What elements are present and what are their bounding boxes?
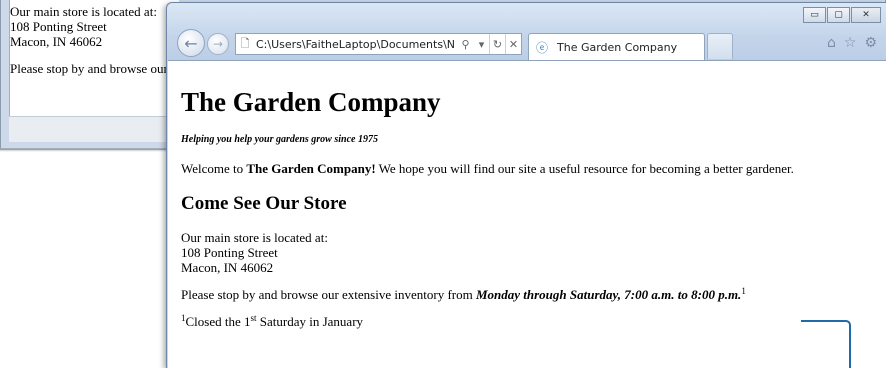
browser-toolbar: ⌂ ☆ ⚙ [827,35,877,51]
back-button[interactable]: ← [177,29,205,57]
maximize-button[interactable]: ▢ [827,7,850,23]
back-arrow-icon: ← [184,33,198,53]
tab-the-garden-company[interactable]: ⓔ The Garden Company [528,33,705,60]
minimize-button[interactable]: ▭ [803,7,826,23]
bg-visit-line: Please stop by and browse our extensive … [10,61,179,76]
background-window-content: Our main store is located at: 108 Pontin… [9,0,179,116]
callout-line [801,320,851,368]
address-line-3: Macon, IN 46062 [181,260,274,275]
welcome-paragraph: Welcome to The Garden Company! We hope y… [181,161,886,176]
ie-icon: ⓔ [535,40,548,55]
welcome-suffix: We hope you will find our site a useful … [375,161,794,176]
store-hours: Monday through Saturday, 7:00 a.m. to 8:… [475,287,742,302]
home-icon[interactable]: ⌂ [827,35,836,51]
page-content: The Garden Company Helping you help your… [168,60,886,368]
new-tab-button[interactable] [707,33,733,59]
footnote-reference: 1 [741,286,746,296]
close-button[interactable]: ✕ [851,7,881,23]
bg-address-line-2: 108 Ponting Street [10,19,107,34]
page-title: The Garden Company [181,87,441,117]
store-heading: Come See Our Store [181,193,347,214]
stop-icon[interactable]: ✕ [505,34,521,54]
background-window-statusbar [9,116,179,142]
bg-address-line-3: Macon, IN 46062 [10,34,103,49]
address-url[interactable]: C:\Users\FaitheLaptop\Documents\N [254,38,457,51]
visit-prefix: Please stop by and browse our extensive … [181,287,476,302]
footnote-prefix: Closed the 1 [185,314,251,329]
visit-paragraph: Please stop by and browse our extensive … [181,286,886,303]
search-icon[interactable]: ⚲ [457,34,473,54]
address-dropdown-icon[interactable]: ▾ [473,34,489,54]
settings-gear-icon[interactable]: ⚙ [864,35,877,51]
company-name: The Garden Company! [246,161,376,176]
tab-title: The Garden Company [557,40,678,54]
forward-arrow-icon: → [212,37,224,51]
title-bar: ▭ ▢ ✕ ← → 🗋 C:\Users\FaitheLaptop\Docume… [167,3,886,61]
browser-window: ▭ ▢ ✕ ← → 🗋 C:\Users\FaitheLaptop\Docume… [166,2,886,368]
address-line-1: Our main store is located at: [181,230,328,245]
favorites-star-icon[interactable]: ☆ [844,35,857,51]
window-controls: ▭ ▢ ✕ [803,7,881,23]
welcome-prefix: Welcome to [181,161,247,176]
footnote: 1Closed the 1st Saturday in January [181,314,886,330]
refresh-icon[interactable]: ↻ [489,34,505,54]
footnote-suffix: Saturday in January [256,314,364,329]
window-shadow [0,148,168,152]
forward-button[interactable]: → [207,33,229,55]
address-bar[interactable]: 🗋 C:\Users\FaitheLaptop\Documents\N ⚲ ▾ … [235,33,522,55]
store-address: Our main store is located at: 108 Pontin… [181,230,886,275]
page-icon: 🗋 [240,36,250,50]
tagline: Helping you help your gardens grow since… [181,134,378,145]
address-line-2: 108 Ponting Street [181,245,278,260]
bg-address-line-1: Our main store is located at: [10,4,157,19]
